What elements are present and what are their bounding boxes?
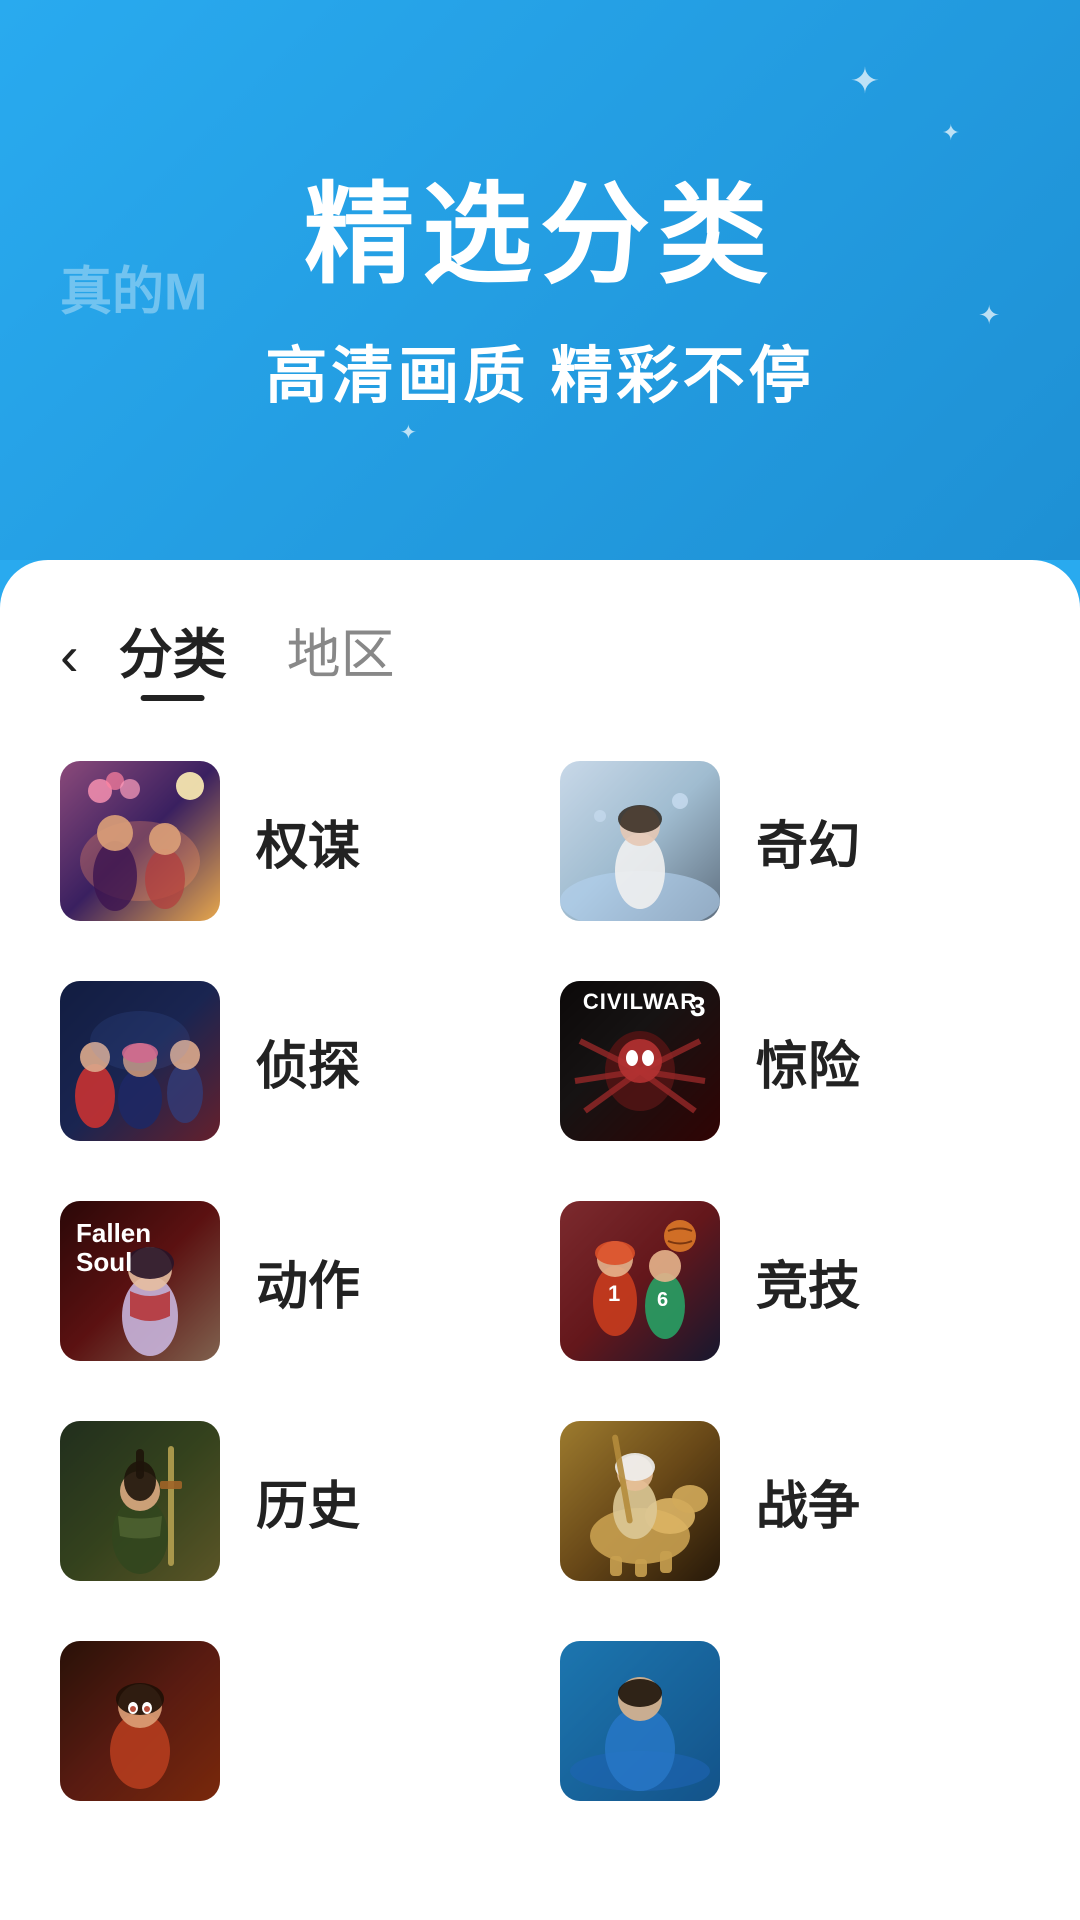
- category-label-lishi: 历史: [256, 1464, 360, 1539]
- category-thumb-qihuan: [560, 761, 720, 921]
- hero-title: 精选分类: [304, 145, 776, 305]
- thumb-figure-jingji: 1 6: [560, 1201, 720, 1361]
- sparkle-icon-3: ✦: [978, 300, 1000, 331]
- thumb-figure-row5a: [60, 1641, 220, 1801]
- category-label-jingji: 竞技: [756, 1244, 860, 1319]
- category-label-quanmou: 权谋: [256, 804, 360, 879]
- tab-region[interactable]: 地区: [287, 610, 395, 701]
- hero-bg-text: 真的M: [60, 260, 207, 328]
- thumb-figure-row5b: [560, 1641, 720, 1801]
- category-item-jingxian[interactable]: CIVILWAR: [560, 981, 1020, 1141]
- category-thumb-zhentan: [60, 981, 220, 1141]
- svg-text:1: 1: [608, 1281, 620, 1306]
- sparkle-icon: ✦: [850, 60, 880, 102]
- category-label-qihuan: 奇幻: [756, 804, 860, 879]
- category-thumb-dongzuo: FallenSoul: [60, 1201, 220, 1361]
- category-item-lishi[interactable]: 历史: [60, 1421, 520, 1581]
- fallen-soul-text: FallenSoul: [76, 1219, 151, 1276]
- svg-text:6: 6: [657, 1289, 668, 1311]
- sparkle-icon-2: ✦: [942, 120, 960, 146]
- back-button[interactable]: ‹: [60, 628, 99, 684]
- category-thumb-lishi: [60, 1421, 220, 1581]
- thumb-figure-quanmou: [60, 761, 220, 921]
- category-thumb-jingxian: CIVILWAR: [560, 981, 720, 1141]
- category-item-row5a[interactable]: [60, 1641, 520, 1801]
- tab-category[interactable]: 分类: [119, 610, 227, 701]
- category-thumb-jingji: 1 6: [560, 1201, 720, 1361]
- category-label-dongzuo: 动作: [256, 1244, 360, 1319]
- thumb-figure-qihuan: [560, 761, 720, 921]
- category-item-qihuan[interactable]: 奇幻: [560, 761, 1020, 921]
- category-item-row5b[interactable]: [560, 1641, 1020, 1801]
- category-item-zhentan[interactable]: 侦探: [60, 981, 520, 1141]
- category-item-zhanzhen[interactable]: 战争: [560, 1421, 1020, 1581]
- hero-section: 真的M ✦ ✦ ✦ ✦ 精选分类 高清画质 精彩不停: [0, 0, 1080, 560]
- category-item-jingji[interactable]: 1 6 竞技: [560, 1201, 1020, 1361]
- category-thumb-row5a: [60, 1641, 220, 1801]
- thumb-figure-zhanzhen: [560, 1421, 720, 1581]
- card-container: ‹ 分类 地区: [0, 560, 1080, 1920]
- category-label-zhentan: 侦探: [256, 1024, 360, 1099]
- category-item-quanmou[interactable]: 权谋: [60, 761, 520, 921]
- category-item-dongzuo[interactable]: FallenSoul 动作: [60, 1201, 520, 1361]
- category-grid: 权谋: [60, 761, 1020, 1801]
- tab-bar: ‹ 分类 地区: [60, 610, 1020, 701]
- category-thumb-zhanzhen: [560, 1421, 720, 1581]
- civilwar-text: CIVILWAR: [583, 989, 697, 1015]
- thumb-figure-zhentan: [60, 981, 220, 1141]
- category-label-zhanzhen: 战争: [756, 1464, 860, 1539]
- hero-subtitle: 高清画质 精彩不停: [265, 325, 814, 415]
- category-thumb-quanmou: [60, 761, 220, 921]
- thumb-figure-lishi: [60, 1421, 220, 1581]
- sparkle-icon-4: ✦: [400, 420, 417, 445]
- category-thumb-row5b: [560, 1641, 720, 1801]
- tabs: 分类 地区: [119, 610, 395, 701]
- category-label-jingxian: 惊险: [756, 1024, 860, 1099]
